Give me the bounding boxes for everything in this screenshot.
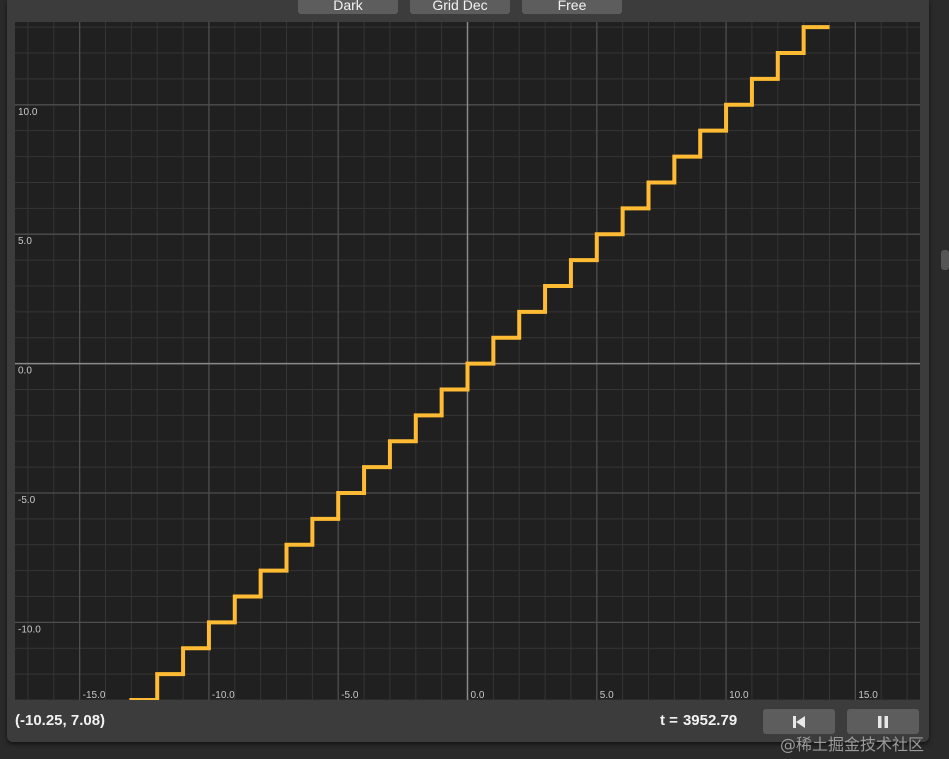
- y-tick-label: -10.0: [18, 624, 41, 635]
- x-tick-label: 5.0: [600, 690, 614, 700]
- y-tick-label: 10.0: [18, 107, 38, 118]
- x-tick-label: 10.0: [729, 690, 749, 700]
- y-tick-label: 0.0: [18, 366, 32, 377]
- x-tick-label: -5.0: [341, 690, 359, 700]
- scrollbar-handle[interactable]: [941, 250, 949, 270]
- time-readout: t = 3952.79: [660, 712, 737, 729]
- skip-back-icon: [793, 715, 805, 728]
- cursor-coordinates: (-10.25, 7.08): [15, 712, 106, 729]
- x-tick-label: 0.0: [471, 690, 485, 700]
- y-tick-label: 5.0: [18, 236, 32, 247]
- function-graph: -15.0 -10.0 -5.0 0.0 5.0 10.0 15.0 10.0 5.0 0.0 -5…: [15, 22, 920, 700]
- time-value: 3952.79: [682, 712, 738, 729]
- y-tick-label: -5.0: [18, 495, 36, 506]
- time-label: t =: [660, 712, 678, 729]
- theme-dark-button[interactable]: Dark: [298, 0, 398, 14]
- free-mode-button[interactable]: Free: [522, 0, 622, 14]
- axes: [15, 22, 920, 700]
- grid-dec-button[interactable]: Grid Dec: [410, 0, 510, 14]
- x-tick-label: 15.0: [858, 690, 878, 700]
- x-tick-label: -10.0: [212, 690, 235, 700]
- watermark: @稀土掘金技术社区: [780, 735, 925, 754]
- plot-area[interactable]: -15.0 -10.0 -5.0 0.0 5.0 10.0 15.0 10.0 5.0 0.0 -5…: [15, 22, 920, 700]
- x-tick-label: -15.0: [83, 690, 106, 700]
- pause-icon: [878, 715, 888, 728]
- tick-labels: -15.0 -10.0 -5.0 0.0 5.0 10.0 15.0 10.0 5.0 0.0 -5…: [18, 107, 878, 700]
